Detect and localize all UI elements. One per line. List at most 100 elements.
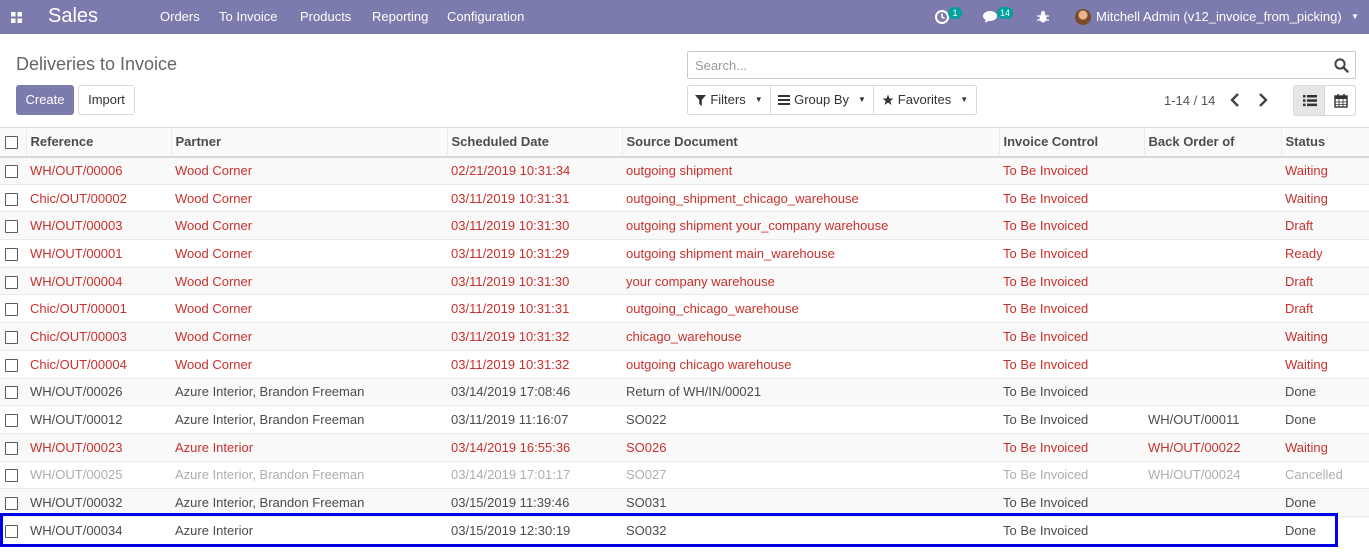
cell-back-order-of[interactable] [1144,515,1281,545]
cell-invoice-control[interactable]: To Be Invoiced [999,515,1144,545]
cell-reference[interactable]: Chic/OUT/00004 [26,349,171,378]
cell-back-order-of[interactable] [1144,239,1281,268]
cell-source-document[interactable]: SO026 [622,432,999,462]
cell-partner[interactable]: Wood Corner [171,211,447,240]
cell-invoice-control[interactable]: To Be Invoiced [999,211,1144,240]
cell-status[interactable]: Waiting [1281,349,1369,378]
cell-invoice-control[interactable]: To Be Invoiced [999,239,1144,268]
cell-scheduled-date[interactable]: 03/11/2019 10:31:30 [447,266,622,295]
create-button[interactable]: Create [16,85,74,115]
cell-invoice-control[interactable]: To Be Invoiced [999,377,1144,406]
table-row[interactable]: WH/OUT/00025 Azure Interior, Brandon Free… [0,460,1369,489]
table-row[interactable]: WH/OUT/00012 Azure Interior, Brandon Free… [0,405,1369,434]
cell-reference[interactable]: WH/OUT/00004 [26,266,171,295]
cell-status[interactable]: Draft [1281,266,1369,295]
cell-scheduled-date[interactable]: 03/15/2019 12:30:19 [447,515,622,545]
cell-status[interactable]: Waiting [1281,432,1369,462]
cell-partner[interactable]: Wood Corner [171,294,447,323]
cell-source-document[interactable]: SO032 [622,515,999,545]
checkbox-icon[interactable] [5,303,18,317]
row-checkbox[interactable] [0,239,26,268]
cell-reference[interactable]: WH/OUT/00012 [26,405,171,434]
cell-status[interactable]: Waiting [1281,156,1369,185]
cell-source-document[interactable]: your company warehouse [622,266,999,295]
menu-products[interactable]: Products [300,0,351,34]
cell-status[interactable]: Draft [1281,294,1369,323]
cell-invoice-control[interactable]: To Be Invoiced [999,349,1144,378]
table-row[interactable]: WH/OUT/00026 Azure Interior, Brandon Free… [0,377,1369,406]
row-checkbox[interactable] [0,266,26,295]
cell-partner[interactable]: Azure Interior [171,515,447,545]
cell-status[interactable]: Done [1281,488,1369,517]
cell-reference[interactable]: Chic/OUT/00003 [26,322,171,351]
search-input[interactable] [693,55,1313,75]
pager-previous-icon[interactable] [1228,89,1244,111]
cell-scheduled-date[interactable]: 03/14/2019 17:01:17 [447,460,622,489]
cell-scheduled-date[interactable]: 03/11/2019 10:31:31 [447,183,622,212]
table-row[interactable]: WH/OUT/00032 Azure Interior, Brandon Free… [0,488,1369,517]
app-title[interactable]: Sales [48,0,98,34]
checkbox-icon[interactable] [5,331,18,344]
cell-reference[interactable]: Chic/OUT/00001 [26,294,171,323]
cell-source-document[interactable]: SO031 [622,488,999,517]
row-checkbox[interactable] [0,211,26,240]
cell-status[interactable]: Done [1281,515,1369,545]
chevron-down-icon[interactable]: ▼ [1351,0,1359,34]
cell-status[interactable]: Cancelled [1281,460,1369,489]
activity-clock-icon[interactable]: 1 [935,0,965,34]
cell-back-order-of[interactable] [1144,266,1281,295]
table-row[interactable]: WH/OUT/00034 Azure Interior 03/15/2019 12:… [0,515,1369,545]
cell-source-document[interactable]: Return of WH/IN/00021 [622,377,999,406]
cell-scheduled-date[interactable]: 03/11/2019 10:31:32 [447,349,622,378]
avatar[interactable] [1075,9,1091,25]
cell-back-order-of[interactable]: WH/OUT/00024 [1144,460,1281,489]
checkbox-icon[interactable] [5,525,18,539]
cell-status[interactable]: Done [1281,377,1369,406]
cell-status[interactable]: Ready [1281,239,1369,268]
row-checkbox[interactable] [0,432,26,462]
table-row[interactable]: Chic/OUT/00001 Wood Corner 03/11/2019 10:3… [0,294,1369,323]
cell-source-document[interactable]: outgoing_chicago_warehouse [622,294,999,323]
cell-invoice-control[interactable]: To Be Invoiced [999,432,1144,462]
cell-status[interactable]: Waiting [1281,322,1369,351]
row-checkbox[interactable] [0,377,26,406]
cell-reference[interactable]: WH/OUT/00001 [26,239,171,268]
table-row[interactable]: Chic/OUT/00004 Wood Corner 03/11/2019 10:3… [0,349,1369,378]
column-header-scheduled-date[interactable]: Scheduled Date [446,127,622,158]
cell-scheduled-date[interactable]: 03/11/2019 10:31:32 [447,322,622,351]
column-header-reference[interactable]: Reference [25,127,171,158]
cell-reference[interactable]: WH/OUT/00026 [26,377,171,406]
checkbox-icon[interactable] [5,220,18,234]
favorites-button[interactable]: Favorites ▼ [873,85,977,115]
group-by-button[interactable]: Group By ▼ [770,85,874,115]
table-row[interactable]: WH/OUT/00003 Wood Corner 03/11/2019 10:31:… [0,211,1369,240]
cell-source-document[interactable]: chicago_warehouse [622,322,999,351]
cell-partner[interactable]: Wood Corner [171,183,447,212]
row-checkbox[interactable] [0,156,26,185]
table-row[interactable]: Chic/OUT/00003 Wood Corner 03/11/2019 10:3… [0,322,1369,351]
cell-scheduled-date[interactable]: 03/14/2019 17:08:46 [447,377,622,406]
filters-button[interactable]: Filters ▼ [687,85,771,115]
menu-configuration[interactable]: Configuration [447,0,524,34]
cell-scheduled-date[interactable]: 03/11/2019 10:31:30 [447,211,622,240]
checkbox-icon[interactable] [5,358,18,372]
checkbox-icon[interactable] [5,497,18,511]
row-checkbox[interactable] [0,460,26,489]
pager-value[interactable]: 1-14 / 14 [1164,93,1215,108]
cell-reference[interactable]: WH/OUT/00003 [26,211,171,240]
cell-partner[interactable]: Wood Corner [171,349,447,378]
cell-source-document[interactable]: outgoing_shipment_chicago_warehouse [622,183,999,212]
cell-partner[interactable]: Azure Interior, Brandon Freeman [171,488,447,517]
column-header-partner[interactable]: Partner [170,127,447,158]
cell-partner[interactable]: Wood Corner [171,239,447,268]
column-header-invoice-control[interactable]: Invoice Control [998,127,1144,158]
cell-back-order-of[interactable] [1144,349,1281,378]
bug-icon[interactable] [1037,0,1051,34]
apps-icon[interactable] [8,0,24,34]
cell-scheduled-date[interactable]: 03/15/2019 11:39:46 [447,488,622,517]
pager-next-icon[interactable] [1255,89,1271,111]
cell-source-document[interactable]: SO027 [622,460,999,489]
cell-scheduled-date[interactable]: 03/14/2019 16:55:36 [447,432,622,462]
cell-back-order-of[interactable] [1144,294,1281,323]
list-view-button[interactable] [1293,85,1325,116]
